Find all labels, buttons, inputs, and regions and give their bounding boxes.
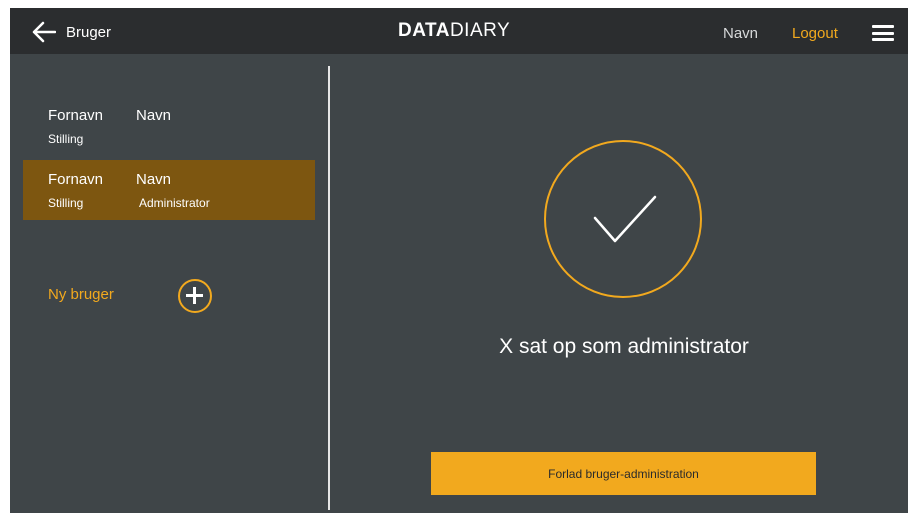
- hamburger-menu-icon[interactable]: [872, 25, 894, 41]
- success-circle: [544, 140, 702, 298]
- user-first-name: Fornavn: [48, 171, 104, 188]
- logout-link[interactable]: Logout: [792, 25, 838, 42]
- user-list-item-selected[interactable]: Fornavn Navn Stilling Administrator: [23, 160, 315, 220]
- checkmark-icon: [593, 195, 657, 243]
- user-role: Administrator: [139, 196, 210, 210]
- user-list-item[interactable]: Fornavn Navn Stilling: [23, 98, 315, 158]
- back-arrow-icon: [32, 21, 56, 43]
- logo-bold: DATA: [398, 20, 450, 41]
- new-user-link[interactable]: Ny bruger: [48, 286, 114, 303]
- user-last-name: Navn: [136, 171, 172, 188]
- user-last-name: Navn: [136, 107, 172, 124]
- back-button[interactable]: Bruger: [32, 21, 111, 43]
- current-user-name: Navn: [723, 25, 759, 42]
- top-bar: Bruger DATADIARY Navn Logout: [10, 8, 908, 54]
- app-window: Bruger DATADIARY Navn Logout Fornavn Nav…: [10, 8, 908, 513]
- back-label: Bruger: [66, 23, 112, 41]
- user-list-sidebar: Fornavn Navn Stilling Fornavn Navn Still…: [10, 54, 328, 513]
- status-message: X sat op som administrator: [499, 335, 749, 358]
- leave-user-admin-button[interactable]: Forlad bruger-administration: [431, 452, 816, 495]
- app-logo: DATADIARY: [398, 20, 510, 42]
- logo-thin: DIARY: [449, 20, 511, 41]
- plus-circle-icon[interactable]: [178, 279, 212, 313]
- user-position: Stilling: [48, 132, 84, 146]
- user-first-name: Fornavn: [48, 107, 104, 124]
- panel-divider: [328, 66, 330, 510]
- user-position: Stilling: [48, 196, 84, 210]
